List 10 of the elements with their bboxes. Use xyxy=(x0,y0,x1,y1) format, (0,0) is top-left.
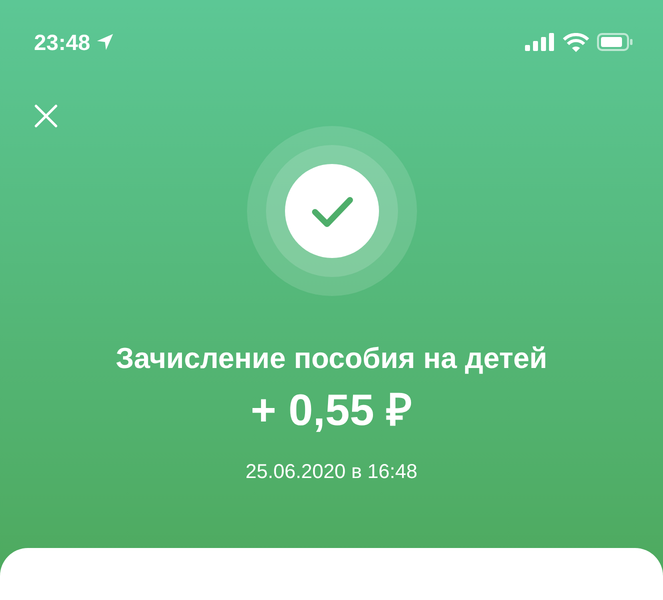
transaction-amount: + 0,55 ₽ xyxy=(250,385,414,437)
close-icon[interactable] xyxy=(34,104,58,128)
status-time: 23:48 xyxy=(34,28,90,56)
battery-icon xyxy=(597,33,633,51)
transaction-date: 25.06.2020 в 16:48 xyxy=(244,460,418,485)
transaction-title: Зачисление пособия на детей xyxy=(114,342,548,377)
wifi-icon xyxy=(563,32,589,52)
location-arrow-icon xyxy=(96,33,114,51)
success-check-icon xyxy=(246,126,416,296)
signal-icon xyxy=(525,33,555,51)
